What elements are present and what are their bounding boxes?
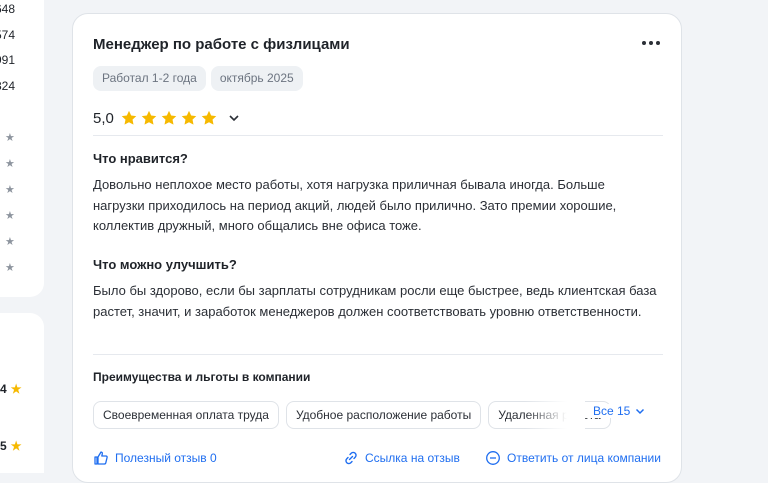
benefits-heading: Преимущества и льготы в компании — [93, 370, 311, 384]
thumbs-up-icon — [94, 451, 108, 465]
rating-row: ,3★ — [0, 234, 15, 248]
overall-ratings-panel: 4 ★ 5 ★ — [0, 313, 44, 473]
company-ratings-panel: 648 574 991 324 ,6★ ,7★ ,4★ ,4★ ,3★ ,4★ — [0, 0, 44, 297]
link-label: Ссылка на отзыв — [365, 451, 460, 465]
date-tag: октябрь 2025 — [210, 66, 303, 91]
more-icon[interactable] — [638, 34, 664, 52]
overall-rating: 4 ★ — [0, 382, 22, 396]
star-icon: ★ — [10, 382, 22, 396]
reply-button[interactable]: Ответить от лица компании — [485, 450, 661, 466]
count-3: 991 — [0, 53, 16, 67]
star-icon — [181, 110, 197, 125]
show-all-label: Все 15 — [593, 404, 631, 418]
helpful-label: Полезный отзыв 0 — [115, 451, 217, 465]
star-icon: ★ — [5, 158, 15, 170]
review-link-button[interactable]: Ссылка на отзыв — [343, 450, 460, 466]
review-title: Менеджер по работе с физлицами — [93, 36, 350, 53]
reply-label: Ответить от лица компании — [507, 451, 661, 465]
star-icon: ★ — [5, 262, 15, 274]
improve-text: Было бы здорово, если бы зарплаты сотруд… — [93, 283, 657, 319]
star-icon: ★ — [5, 132, 15, 144]
star-icon: ★ — [10, 439, 22, 453]
count-2: 574 — [0, 28, 16, 42]
star-icon: ★ — [5, 236, 15, 248]
benefit-chip[interactable]: Удобное расположение работы — [285, 401, 482, 429]
rating-row: ,4★ — [0, 260, 15, 274]
rating-row: ,6★ — [0, 130, 15, 144]
link-icon — [345, 451, 357, 465]
chevron-down-icon[interactable] — [228, 112, 240, 124]
star-icon: ★ — [5, 184, 15, 196]
count-1: 648 — [0, 2, 16, 16]
review-card: Менеджер по работе с физлицами Работал 1… — [72, 13, 682, 483]
experience-tag: Работал 1-2 года — [93, 66, 206, 91]
rating-row: ,7★ — [0, 156, 15, 170]
improve-heading: Что можно улучшить? — [93, 257, 237, 272]
star-icon: ★ — [5, 210, 15, 222]
helpful-button[interactable]: Полезный отзыв 0 — [93, 450, 217, 466]
star-icon — [121, 110, 137, 125]
likes-text: Довольно неплохое место работы, хотя наг… — [93, 177, 617, 233]
count-4: 324 — [0, 79, 16, 93]
overall-rating: 5 ★ — [0, 439, 22, 453]
star-icon — [141, 110, 157, 125]
review-rating: 5,0 — [93, 109, 240, 127]
show-all-benefits-button[interactable]: Все 15 — [583, 404, 646, 418]
divider — [93, 354, 663, 355]
benefits-fade — [525, 400, 585, 430]
star-icon — [161, 110, 177, 125]
rating-value: 5,0 — [93, 109, 114, 127]
benefit-chip[interactable]: Своевременная оплата труда — [93, 401, 279, 429]
divider — [93, 135, 663, 136]
review-actions: Полезный отзыв 0 Ссылка на отзыв Ответит… — [93, 450, 673, 466]
rating-stars — [120, 109, 218, 127]
review-tags: Работал 1-2 года октябрь 2025 — [93, 66, 303, 91]
chevron-down-icon — [636, 408, 645, 415]
likes-heading: Что нравится? — [93, 151, 188, 166]
star-icon — [201, 110, 217, 125]
rating-row: ,4★ — [0, 182, 15, 196]
rating-row: ,4★ — [0, 208, 15, 222]
reply-icon — [486, 451, 500, 465]
